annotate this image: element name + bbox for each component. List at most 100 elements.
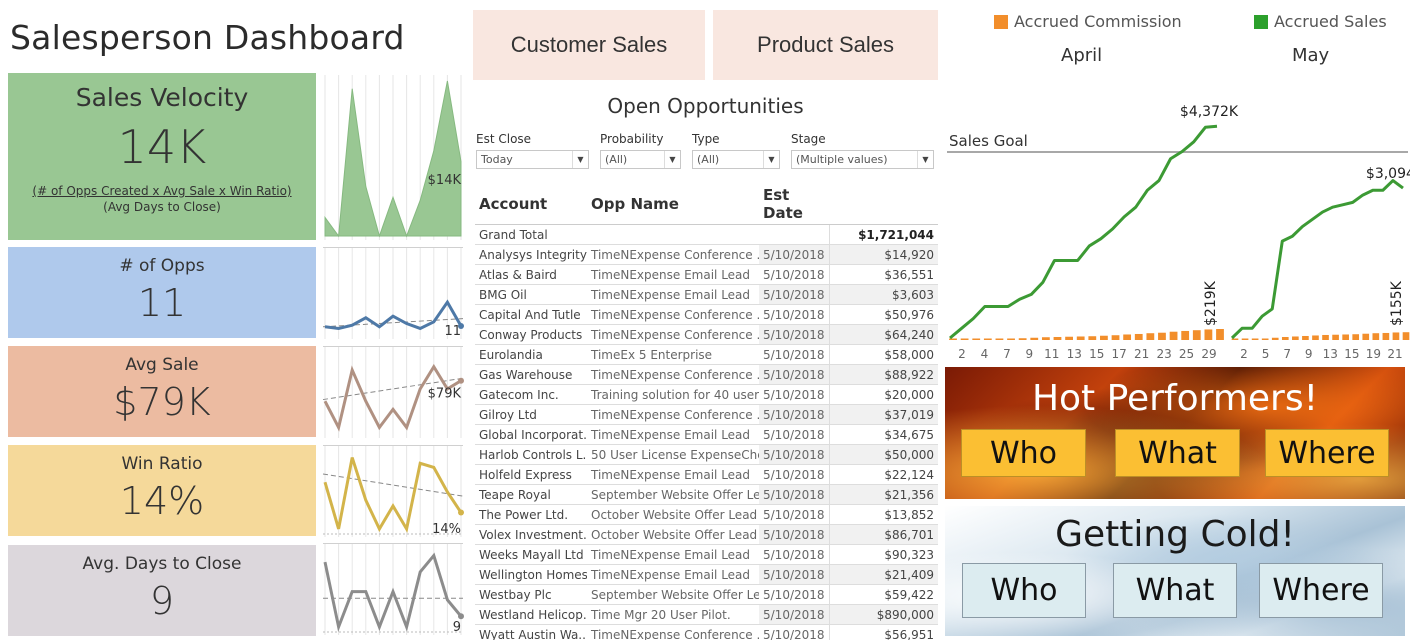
kpi-sales-velocity[interactable]: Sales Velocity 14K (# of Opps Created x … <box>8 73 316 240</box>
stage-dropdown[interactable]: (Multiple values) ▼ <box>791 150 934 169</box>
table-row[interactable]: Holfeld Express TimeNExpense Email Lead 5/… <box>475 464 938 485</box>
table-row[interactable]: Harlob Controls L.. 50 User License Expen… <box>475 444 938 465</box>
commission-bar[interactable] <box>1402 332 1410 340</box>
commission-bar[interactable] <box>1342 334 1349 340</box>
commission-bar[interactable] <box>1100 335 1108 340</box>
column-header-opp-name[interactable]: Opp Name <box>587 186 759 225</box>
chevron-down-icon[interactable]: ▼ <box>917 151 933 168</box>
table-row[interactable]: Volex Investment.. October Website Offer … <box>475 524 938 545</box>
commission-bar[interactable] <box>972 338 981 341</box>
chevron-down-icon[interactable]: ▼ <box>763 151 779 168</box>
sparkline-num-opps[interactable]: 11 <box>322 247 464 339</box>
column-header-est-date[interactable]: Est Date <box>759 186 829 225</box>
kpi-days-to-close[interactable]: Avg. Days to Close 9 <box>8 545 316 636</box>
filter-label: Stage <box>791 132 826 146</box>
cell-opp-name: TimeNExpense Email Lead <box>587 464 759 485</box>
kpi-value: 14% <box>119 479 205 523</box>
commission-bar[interactable] <box>1312 335 1319 340</box>
legend-accrued-commission[interactable]: Accrued Commission <box>994 12 1182 31</box>
table-row[interactable]: Eurolandia TimeEx 5 Enterprise 5/10/2018 $5… <box>475 344 938 365</box>
hot-where-button[interactable]: Where <box>1265 429 1389 477</box>
commission-bar[interactable] <box>1261 338 1269 341</box>
table-row[interactable]: The Power Ltd. October Website Offer Lead… <box>475 504 938 525</box>
commission-bar[interactable] <box>1192 330 1201 340</box>
hot-who-button[interactable]: Who <box>961 429 1086 477</box>
legend-accrued-sales[interactable]: Accrued Sales <box>1254 12 1387 31</box>
table-row[interactable]: Conway Products TimeNExpense Conference .… <box>475 324 938 345</box>
commission-bar[interactable] <box>1146 333 1155 340</box>
commission-bar[interactable] <box>1392 332 1400 340</box>
sparkline-win-ratio[interactable]: 14% <box>322 445 464 537</box>
est-close-dropdown[interactable]: Today ▼ <box>476 150 589 169</box>
commission-bar[interactable] <box>1007 338 1015 340</box>
table-row[interactable]: Global Incorporat.. TimeNExpense Email Le… <box>475 424 938 445</box>
commission-bar[interactable] <box>1111 335 1120 340</box>
table-row[interactable]: Analysys Integrity TimeNExpense Conferenc… <box>475 244 938 265</box>
chevron-down-icon[interactable]: ▼ <box>664 151 680 168</box>
column-header-account[interactable]: Account <box>475 186 587 225</box>
commission-bar[interactable] <box>1332 334 1339 340</box>
commission-bar[interactable] <box>1076 336 1085 340</box>
commission-bar[interactable] <box>1053 336 1062 340</box>
product-sales-button[interactable]: Product Sales <box>713 10 938 80</box>
probability-dropdown[interactable]: (All) ▼ <box>600 150 681 169</box>
commission-bar[interactable] <box>1181 330 1190 340</box>
commission-bar[interactable] <box>1065 336 1073 340</box>
commission-bar[interactable] <box>1322 334 1329 340</box>
table-row[interactable]: Wyatt Austin Wa.. TimeNExpense Conference… <box>475 624 938 640</box>
table-row[interactable]: Gatecom Inc. Training solution for 40 use… <box>475 384 938 405</box>
table-row[interactable]: Atlas & Baird TimeNExpense Email Lead 5/10… <box>475 264 938 285</box>
kpi-win-ratio[interactable]: Win Ratio 14% <box>8 445 316 536</box>
commission-bar[interactable] <box>1241 338 1249 341</box>
commission-bar[interactable] <box>1292 336 1299 340</box>
sparkline-avg-sale[interactable]: $79K <box>322 346 464 438</box>
accrued-sales-chart[interactable]: Sales Goal $4,372K $219K 2 4 7 9 11 13 15 17 21 23 25… <box>945 100 1410 365</box>
commission-bar[interactable] <box>1134 333 1143 340</box>
commission-bar[interactable] <box>1372 333 1380 340</box>
kpi-num-opps[interactable]: # of Opps 11 <box>8 247 316 338</box>
table-row[interactable]: Teape Royal September Website Offer Le.. 5… <box>475 484 938 505</box>
commission-bar[interactable] <box>1123 334 1132 340</box>
commission-bar[interactable] <box>1169 331 1178 340</box>
table-row[interactable]: Capital And Tutle TimeNExpense Conference… <box>475 304 938 325</box>
table-row[interactable]: Gilroy Ltd TimeNExpense Conference .. 5/10… <box>475 404 938 425</box>
sparkline-sales-velocity[interactable]: $14K <box>323 75 463 240</box>
kpi-avg-sale[interactable]: Avg Sale $79K <box>8 346 316 437</box>
commission-bar[interactable] <box>1362 333 1370 340</box>
commission-bar[interactable] <box>1030 337 1039 340</box>
table-row[interactable]: Weeks Mayall Ltd TimeNExpense Email Lead 5… <box>475 544 938 565</box>
table-row[interactable]: Westland Helicop.. Time Mgr 20 User Pilot… <box>475 604 938 625</box>
table-row[interactable]: Wellington Homes TimeNExpense Email Lead 5… <box>475 564 938 585</box>
commission-bar[interactable] <box>1271 337 1279 340</box>
accrued-sales-line[interactable] <box>949 124 1218 340</box>
commission-bar[interactable] <box>1281 336 1289 340</box>
hot-what-button[interactable]: What <box>1115 429 1240 477</box>
commission-bar[interactable] <box>1231 338 1239 341</box>
chevron-down-icon[interactable]: ▼ <box>572 151 588 168</box>
commission-bar[interactable] <box>1382 332 1390 340</box>
type-dropdown[interactable]: (All) ▼ <box>692 150 780 169</box>
table-row[interactable]: BMG Oil TimeNExpense Email Lead 5/10/2018 $… <box>475 284 938 305</box>
cell-amount: $56,951 <box>828 624 938 640</box>
cold-where-button[interactable]: Where <box>1259 563 1383 618</box>
commission-bar[interactable] <box>1251 338 1259 341</box>
commission-bar[interactable] <box>949 338 957 341</box>
commission-bar[interactable] <box>1158 332 1166 340</box>
commission-bar[interactable] <box>1088 336 1097 340</box>
commission-bar[interactable] <box>960 338 969 341</box>
commission-bar[interactable] <box>995 338 1004 341</box>
commission-bar[interactable] <box>1216 329 1224 340</box>
commission-bar[interactable] <box>1302 335 1309 340</box>
customer-sales-button[interactable]: Customer Sales <box>473 10 705 80</box>
sparkline-days-to-close[interactable]: 9 <box>323 543 464 635</box>
commission-bar[interactable] <box>983 338 992 341</box>
table-row[interactable]: Westbay Plc September Website Offer Le.. 5… <box>475 584 938 605</box>
cold-who-button[interactable]: Who <box>962 563 1086 618</box>
commission-bar[interactable] <box>1018 338 1027 340</box>
accrued-sales-line[interactable] <box>1230 179 1404 340</box>
table-row[interactable]: Gas Warehouse TimeNExpense Conference .. 5… <box>475 364 938 385</box>
commission-bar[interactable] <box>1204 329 1213 340</box>
commission-bar[interactable] <box>1041 337 1050 340</box>
commission-bar[interactable] <box>1352 334 1360 340</box>
cold-what-button[interactable]: What <box>1113 563 1237 618</box>
